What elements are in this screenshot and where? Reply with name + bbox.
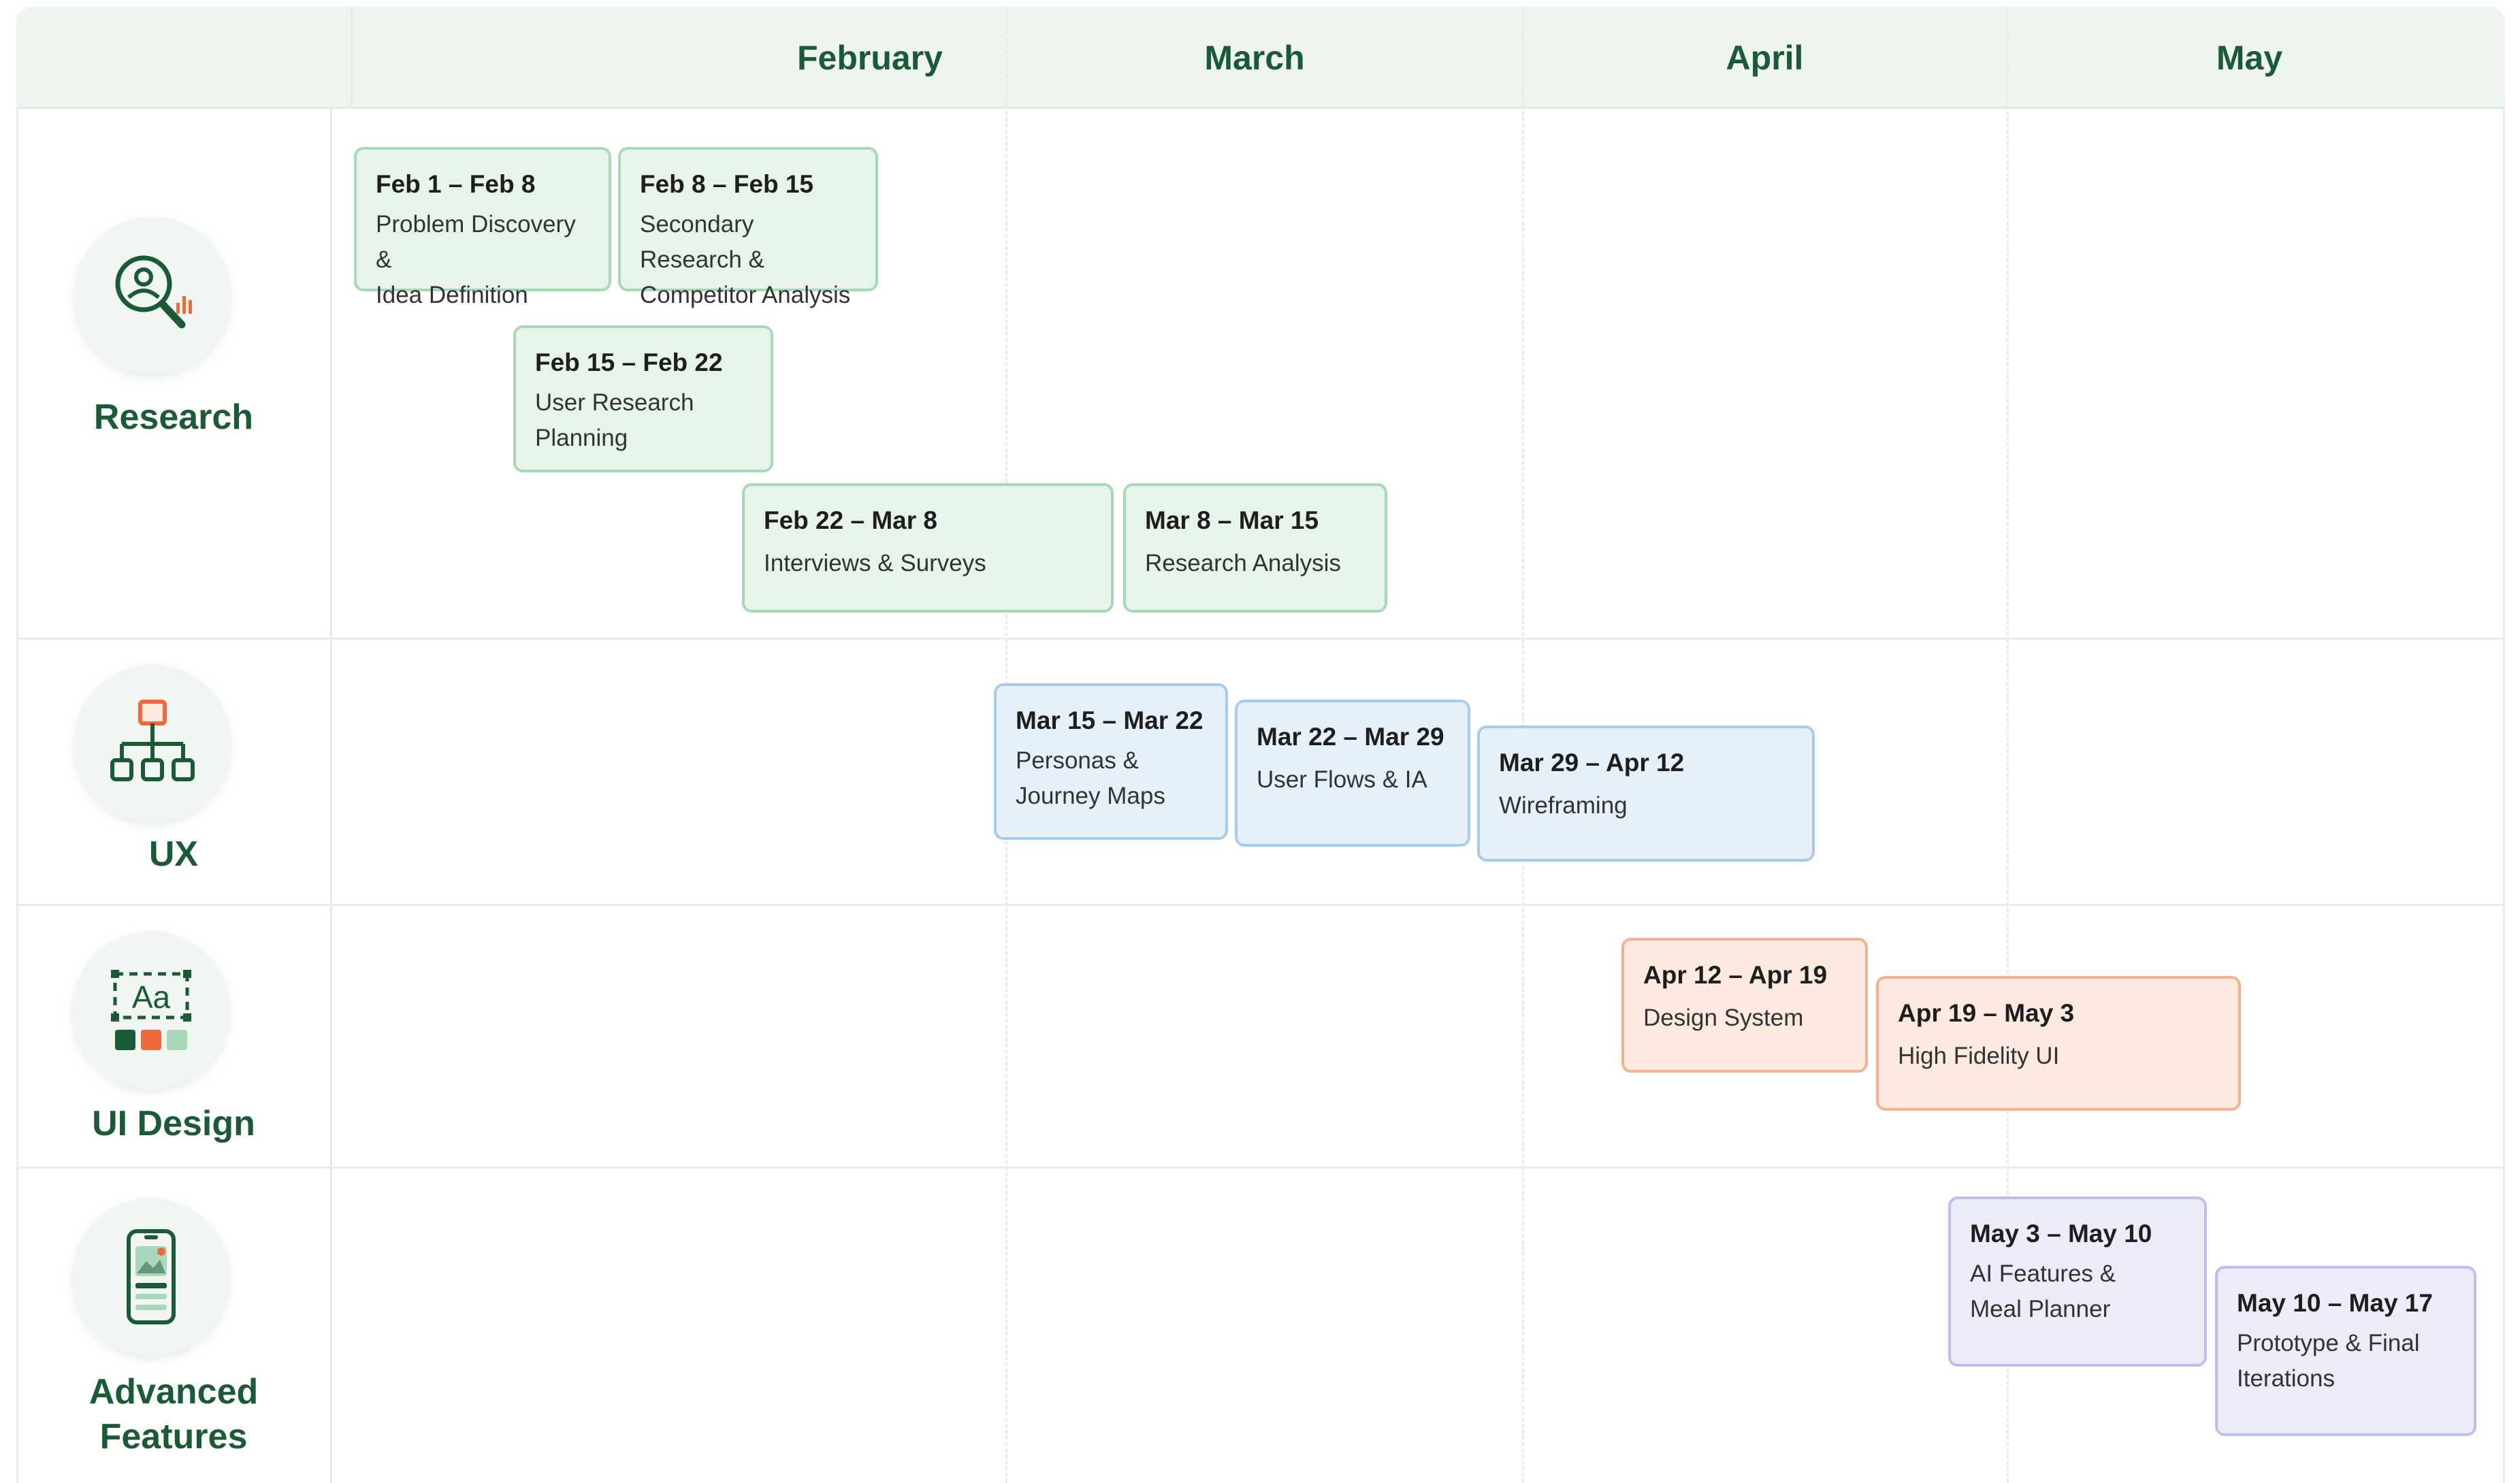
sitemap-icon	[74, 664, 231, 822]
task-name: Secondary Research & Competitor Analysis	[640, 211, 851, 308]
task-dates: Mar 22 – Mar 29	[1257, 723, 1444, 751]
task-card[interactable]: Mar 15 – Mar 22 Personas & Journey Maps	[994, 683, 1228, 840]
task-card[interactable]: Mar 8 – Mar 15 Research Analysis	[1123, 483, 1387, 613]
task-name: Interviews & Surveys	[764, 550, 986, 576]
lane-label-ui-design: UI Design	[92, 1104, 255, 1143]
month-may: May	[2216, 39, 2283, 77]
task-dates: Apr 19 – May 3	[1898, 999, 2075, 1027]
task-card[interactable]: May 3 – May 10 AI Features & Meal Planne…	[1948, 1196, 2207, 1367]
task-dates: Feb 22 – Mar 8	[764, 506, 938, 534]
lane-divider	[16, 1167, 2505, 1169]
lane-label-research: Research	[93, 397, 254, 437]
task-dates: Mar 29 – Apr 12	[1499, 749, 1685, 777]
task-dates: Feb 15 – Feb 22	[535, 348, 723, 376]
task-card[interactable]: May 10 – May 17 Prototype & Final Iterat…	[2215, 1266, 2476, 1436]
task-card[interactable]: Feb 22 – Mar 8 Interviews & Surveys	[742, 483, 1114, 613]
task-name: Research Analysis	[1145, 550, 1341, 576]
task-card[interactable]: Mar 29 – Apr 12 Wireframing	[1477, 726, 1815, 862]
task-name: AI Features & Meal Planner	[1970, 1260, 2116, 1322]
task-card[interactable]: Mar 22 – Mar 29 User Flows & IA	[1235, 700, 1470, 847]
task-name: User Flows & IA	[1257, 766, 1427, 793]
month-april: April	[1726, 39, 1804, 77]
task-name: Design System	[1643, 1005, 1804, 1031]
task-card[interactable]: Feb 1 – Feb 8 Problem Discovery & Idea D…	[354, 147, 611, 308]
task-card[interactable]: Feb 15 – Feb 22 User Research Planning	[513, 325, 773, 472]
task-card[interactable]: Apr 19 – May 3 High Fidelity UI	[1876, 976, 2241, 1111]
task-name: High Fidelity UI	[1898, 1043, 2060, 1069]
lane-label-advanced-features: Advanced Features	[88, 1372, 259, 1456]
research-search-icon	[74, 216, 231, 374]
task-dates: Apr 12 – Apr 19	[1643, 961, 1828, 989]
svg-text:Aa: Aa	[132, 979, 171, 1015]
task-name: Wireframing	[1499, 792, 1628, 819]
task-name: Problem Discovery & Idea Definition	[376, 211, 576, 308]
mobile-app-icon	[72, 1198, 230, 1356]
lane-divider	[16, 904, 2505, 906]
task-dates: Mar 8 – Mar 15	[1145, 506, 1319, 534]
task-card[interactable]: Feb 8 – Feb 15 Secondary Research & Comp…	[618, 147, 878, 308]
task-dates: May 3 – May 10	[1970, 1220, 2152, 1248]
task-name: User Research Planning	[535, 389, 694, 451]
task-name: Personas & Journey Maps	[1016, 747, 1165, 809]
lane-label-ux: UX	[148, 834, 199, 874]
task-dates: Feb 1 – Feb 8	[376, 170, 536, 198]
task-dates: May 10 – May 17	[2237, 1289, 2433, 1317]
lane-divider	[16, 638, 2505, 640]
task-dates: Feb 8 – Feb 15	[640, 170, 813, 198]
month-march: March	[1204, 39, 1305, 77]
typography-palette-icon: Aa	[72, 931, 230, 1089]
task-dates: Mar 15 – Mar 22	[1016, 706, 1204, 734]
task-card[interactable]: Apr 12 – Apr 19 Design System	[1621, 938, 1868, 1073]
lane-label-divider	[330, 109, 332, 1483]
task-name: Prototype & Final Iterations	[2237, 1330, 2420, 1392]
